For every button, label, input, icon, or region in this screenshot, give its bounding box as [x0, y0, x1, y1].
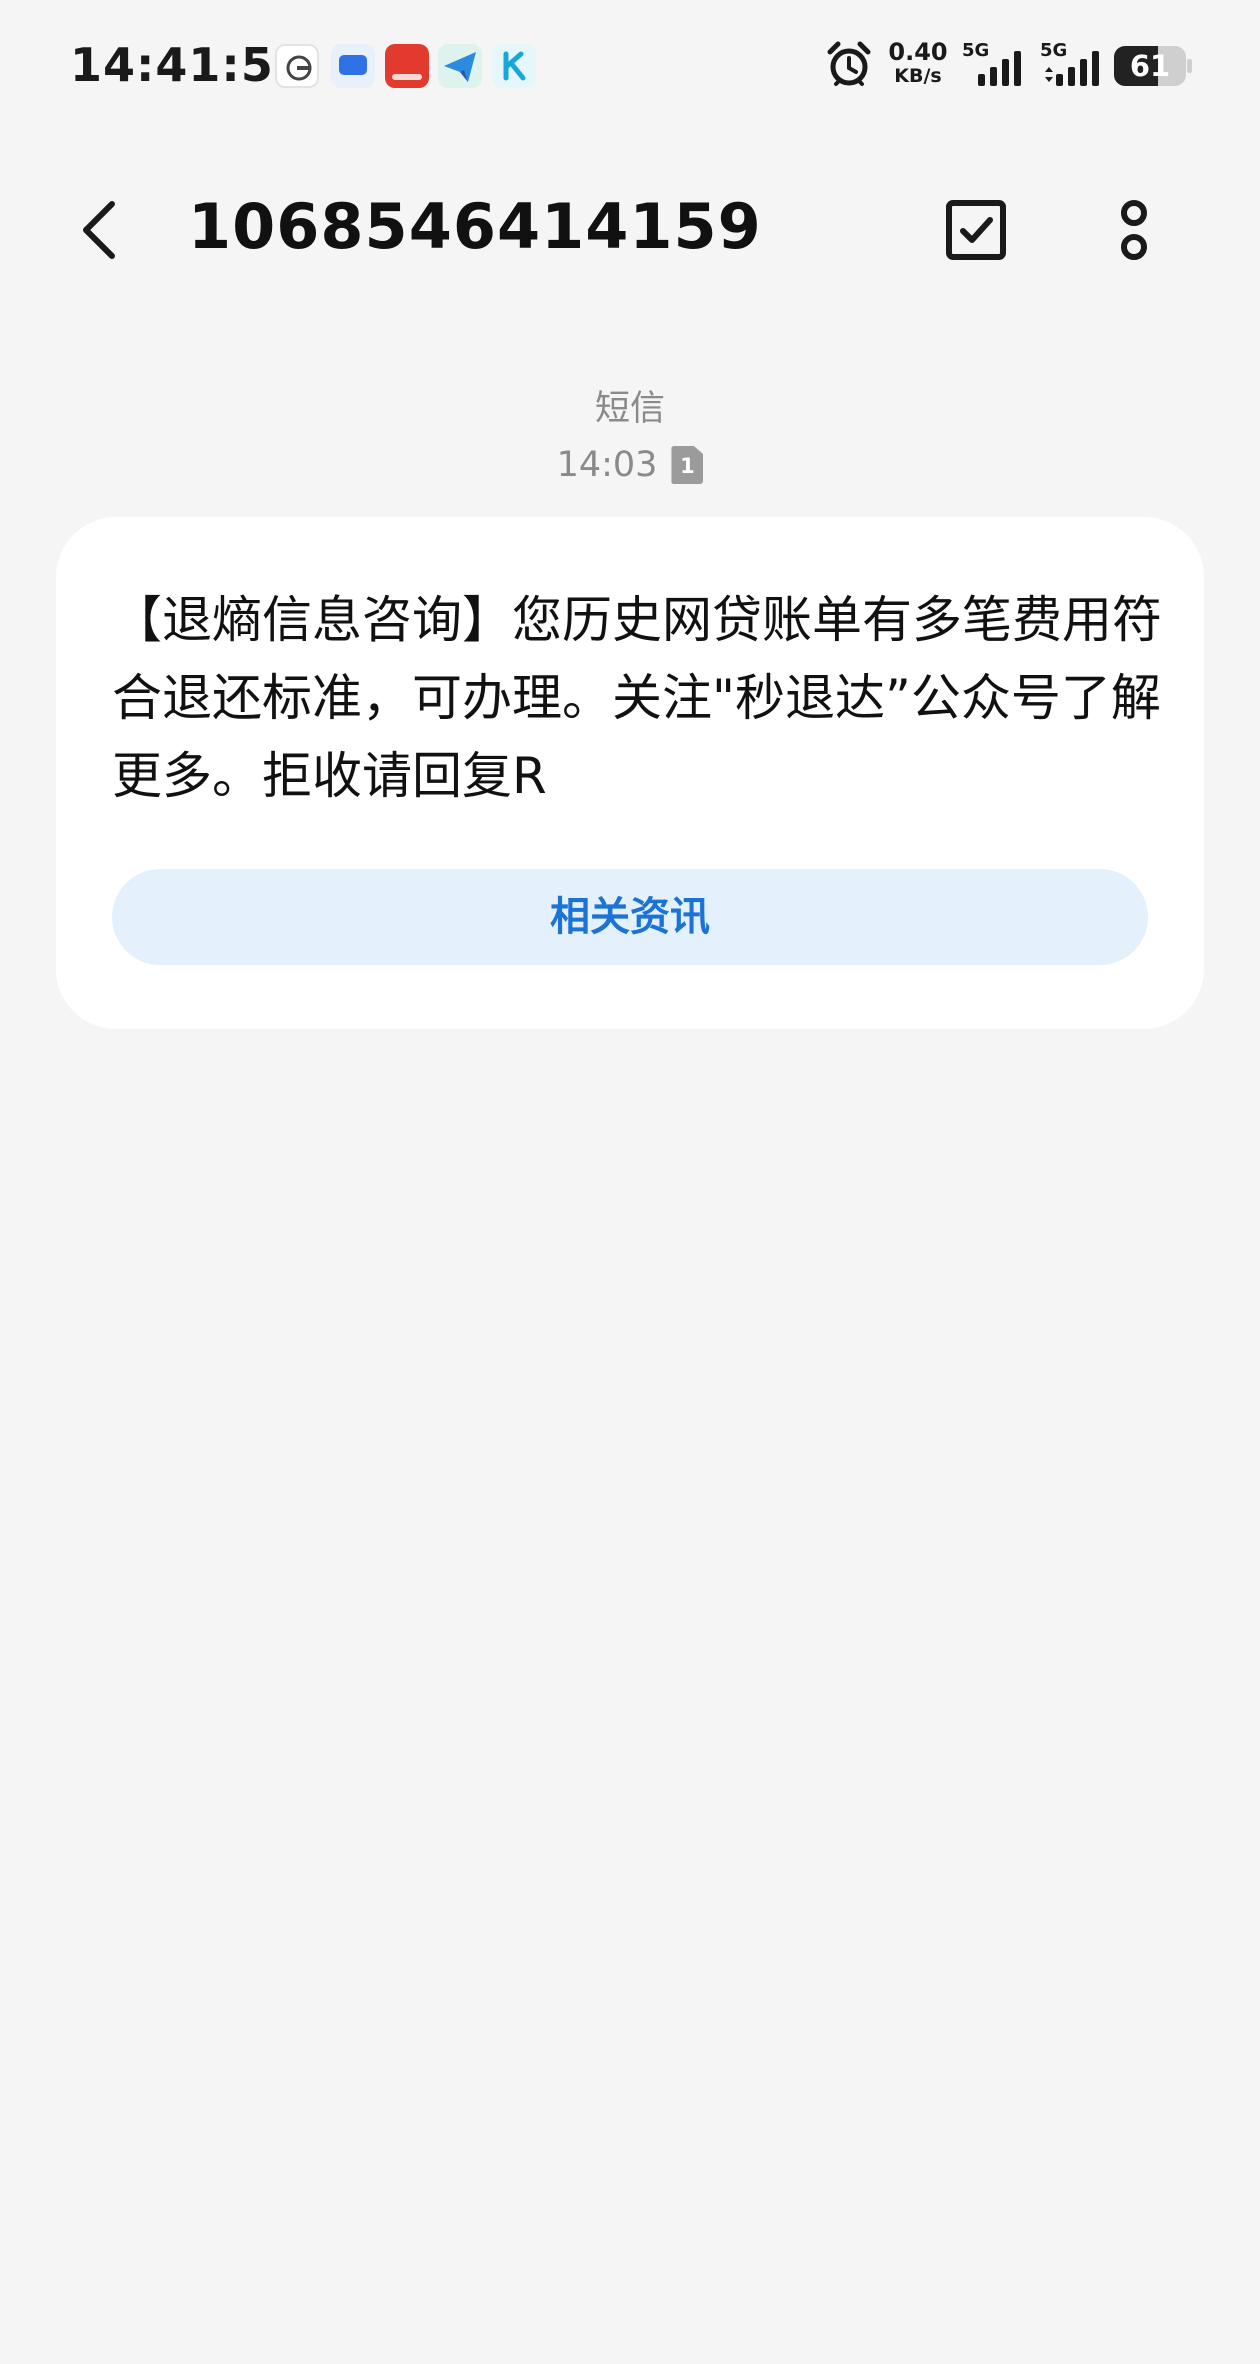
status-clock: 14:41:50	[70, 38, 307, 92]
message-meta: 短信 14:03 1	[0, 380, 1260, 485]
conversation-header: 1068546414159	[0, 160, 1260, 300]
message-text: 【退熵信息咨询】您历史网贷账单有多笔费用符合退还标准，可办理。关注"秒退达”公众…	[112, 591, 1162, 805]
signal-bars-icon	[978, 51, 1021, 86]
alarm-icon	[827, 41, 871, 86]
chat-icon	[331, 44, 375, 88]
message-bubble[interactable]: 【退熵信息咨询】您历史网贷账单有多笔费用符合退还标准，可办理。关注"秒退达”公众…	[56, 517, 1204, 1029]
battery-tip	[1187, 59, 1192, 73]
sim-card-icon: 1	[671, 446, 704, 484]
payment-app-icon	[385, 44, 429, 88]
back-button[interactable]	[70, 194, 130, 266]
sender-number: 1068546414159	[188, 190, 762, 263]
network-speed-value: 0.40	[888, 38, 948, 66]
send-icon	[438, 44, 482, 88]
signal-bars-data-icon	[1045, 51, 1099, 86]
chevron-left-icon	[83, 201, 115, 259]
battery-icon: 61	[1114, 46, 1186, 86]
message-type-label: 短信	[594, 389, 665, 429]
battery-level: 61	[1129, 49, 1171, 83]
more-vertical-icon	[1121, 200, 1147, 260]
app-icon	[275, 44, 319, 88]
status-bar: 14:41:50 0.40 KB/s 5G 5G 61	[0, 0, 1260, 130]
network-speed: 0.40 KB/s	[888, 40, 948, 86]
select-button[interactable]	[944, 198, 1008, 262]
message-time: 14:03	[556, 445, 658, 485]
checkbox-icon	[946, 200, 1006, 260]
message-time-row: 14:03 1	[557, 445, 704, 485]
related-news-button[interactable]: 相关资讯	[112, 869, 1148, 965]
network-speed-unit: KB/s	[894, 65, 942, 87]
more-options-button[interactable]	[1106, 194, 1162, 266]
battery-indicator: 61	[1114, 46, 1192, 86]
k-app-icon	[492, 44, 536, 88]
